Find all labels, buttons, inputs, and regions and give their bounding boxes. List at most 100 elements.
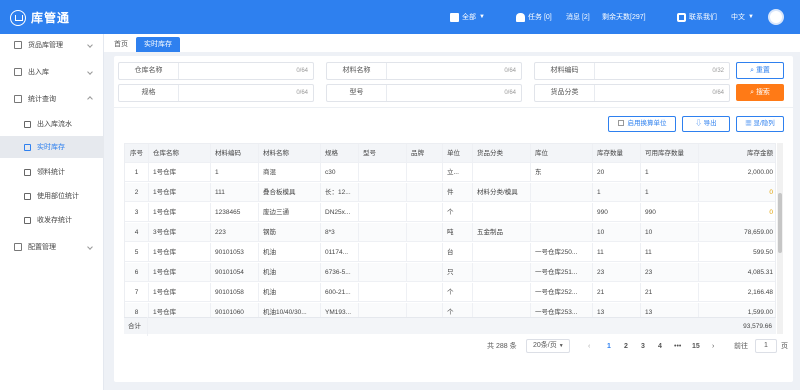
- char-count: 0/32: [712, 68, 724, 74]
- table-row[interactable]: 3 1号仓库 1238465 废边三通 DN25x... 个 990 990 0: [125, 202, 775, 222]
- column-header: 仓库名称: [149, 144, 211, 163]
- table-cell: 1: [641, 162, 699, 182]
- reset-label: 重置: [755, 67, 770, 74]
- goto-label: 前往: [734, 343, 748, 350]
- field-label: 仓库名称: [119, 63, 179, 79]
- table-cell: 11: [593, 242, 641, 262]
- column-header: 材料名称: [259, 144, 321, 163]
- tasks-link[interactable]: 任务 [0]: [516, 12, 552, 22]
- material-name-field[interactable]: 材料名称 0/64: [326, 62, 522, 80]
- sidebar-item-inout[interactable]: 出入库: [0, 61, 104, 83]
- main-panel: 仓库名称 0/64 材料名称 0/64 材料编码 0/32 规格 0/64 型号…: [114, 56, 793, 382]
- contact-link[interactable]: 联系我们: [677, 12, 717, 22]
- spec-field[interactable]: 规格 0/64: [118, 84, 314, 102]
- table-cell: [359, 242, 407, 262]
- table-cell: 23: [593, 262, 641, 282]
- table-cell: 2,166.48: [747, 288, 773, 296]
- table-cell: 个: [443, 282, 473, 302]
- table-cell: [531, 222, 593, 242]
- table-cell: 78,659.00: [744, 228, 773, 236]
- convert-unit-label: 启用换算单位: [627, 120, 667, 127]
- sidebar-item-usage[interactable]: 使用部位统计: [0, 185, 104, 207]
- reset-button[interactable]: ⌕ 重置: [736, 62, 784, 79]
- table-cell: [359, 162, 407, 182]
- page-size-select[interactable]: 20条/页 ▼: [526, 339, 570, 353]
- language-selector[interactable]: 中文 ▼: [731, 12, 754, 22]
- sidebar-item-label: 实时库存: [37, 144, 65, 151]
- sidebar-item-label: 出入库: [28, 69, 49, 76]
- bell-icon: [516, 12, 525, 22]
- material-code-field[interactable]: 材料编码 0/32: [534, 62, 730, 80]
- table-row[interactable]: 1 1号仓库 1 商混 c30 立... 东 20 1 2,000.00: [125, 162, 775, 182]
- page-4[interactable]: 4: [658, 339, 662, 355]
- table-row[interactable]: 4 3号仓库 223 钢筋 8*3 吨五金制品 10 10 78,659.00: [125, 222, 775, 242]
- sidebar-item-inventory[interactable]: 实时库存: [0, 136, 104, 158]
- pagination: 共 288 条 20条/页 ▼ ‹ 1 2 3 4 ••• 15 › 前往 1 …: [114, 339, 793, 355]
- category-field[interactable]: 货品分类 0/64: [534, 84, 730, 102]
- scrollbar-thumb[interactable]: [778, 193, 782, 253]
- page-15[interactable]: 15: [692, 339, 700, 355]
- balance-icon: [24, 216, 31, 224]
- table-cell: [359, 282, 407, 302]
- prev-page-button[interactable]: ‹: [588, 339, 590, 355]
- table-cell: 一号仓库251...: [531, 262, 593, 282]
- sidebar-item-stats[interactable]: 统计查询: [0, 88, 104, 110]
- table-cell: 0: [769, 188, 773, 196]
- tab-inventory[interactable]: 实时库存: [136, 37, 180, 52]
- sidebar-item-config[interactable]: 配置管理: [0, 236, 104, 258]
- page-2[interactable]: 2: [624, 339, 628, 355]
- app-logo[interactable]: 库管通: [10, 9, 70, 26]
- sidebar-item-flow[interactable]: 出入库流水: [0, 113, 104, 135]
- column-header: 品牌: [407, 144, 443, 163]
- table-cell: 一号仓库252...: [531, 282, 593, 302]
- goto-suffix: 页: [781, 343, 788, 350]
- table-cell: [407, 182, 443, 202]
- page-ellipsis[interactable]: •••: [674, 339, 681, 355]
- warehouse-name-field[interactable]: 仓库名称 0/64: [118, 62, 314, 80]
- table-cell: 3号仓库: [149, 222, 211, 242]
- columns-label: 显/隐列: [753, 120, 775, 127]
- model-field[interactable]: 型号 0/64: [326, 84, 522, 102]
- table-cell: 10: [593, 222, 641, 242]
- table-cell: 1号仓库: [149, 182, 211, 202]
- table-cell: 2,000.00: [747, 168, 773, 176]
- sidebar-item-balance[interactable]: 收发存统计: [0, 209, 104, 231]
- page-1[interactable]: 1: [607, 339, 611, 355]
- messages-link[interactable]: 消息 [2]: [566, 12, 590, 22]
- table-row[interactable]: 2 1号仓库 111 叠合板模具 长：12... 件材料分类/模具 1 1 0: [125, 182, 775, 202]
- warehouse-selector[interactable]: 全部 ▼: [450, 12, 485, 22]
- goto-page-input[interactable]: 1: [755, 339, 777, 353]
- table-row[interactable]: 6 1号仓库 90101054 机油 6736-5... 只一号仓库251... 23 23 4…: [125, 262, 775, 282]
- column-header: 库位: [531, 144, 593, 163]
- table-cell: 11: [641, 242, 699, 262]
- export-label: 导出: [703, 120, 717, 127]
- sidebar-item-label: 统计查询: [28, 96, 56, 103]
- convert-unit-toggle[interactable]: 启用换算单位: [608, 116, 676, 132]
- chevron-down-icon: [87, 244, 93, 250]
- columns-button[interactable]: ▦ 显/隐列: [736, 116, 784, 132]
- contact-label: 联系我们: [689, 14, 717, 21]
- table-cell: 1号仓库: [149, 162, 211, 182]
- sidebar-item-picking[interactable]: 领料统计: [0, 161, 104, 183]
- export-button[interactable]: ⇩ 导出: [682, 116, 730, 132]
- table-cell: 1: [125, 162, 149, 182]
- filter-panel: 仓库名称 0/64 材料名称 0/64 材料编码 0/32 规格 0/64 型号…: [114, 56, 793, 108]
- column-header: 可用库存数量: [641, 144, 699, 163]
- search-button[interactable]: ⌕ 搜索: [736, 84, 784, 101]
- sidebar-item-goods[interactable]: 货品库管理: [0, 34, 104, 56]
- chevron-down-icon: [87, 42, 93, 48]
- table-row[interactable]: 7 1号仓库 90101058 机油 600-21... 个一号仓库252... 21 21 2…: [125, 282, 775, 302]
- table-cell: 叠合板模具: [259, 182, 321, 202]
- next-page-button[interactable]: ›: [712, 339, 714, 355]
- table-cell: [473, 202, 531, 222]
- page-3[interactable]: 3: [641, 339, 645, 355]
- table-scrollbar[interactable]: [777, 143, 783, 334]
- chevron-up-icon: [87, 96, 93, 102]
- avatar[interactable]: [768, 9, 784, 25]
- tab-home[interactable]: 首页: [106, 37, 136, 52]
- tab-bar: 首页 实时库存: [104, 34, 800, 52]
- char-count: 0/64: [504, 68, 516, 74]
- picking-icon: [24, 168, 31, 176]
- table-cell: 0: [769, 208, 773, 216]
- table-row[interactable]: 5 1号仓库 90101053 机油 01174... 台一号仓库250... 11 11 59…: [125, 242, 775, 262]
